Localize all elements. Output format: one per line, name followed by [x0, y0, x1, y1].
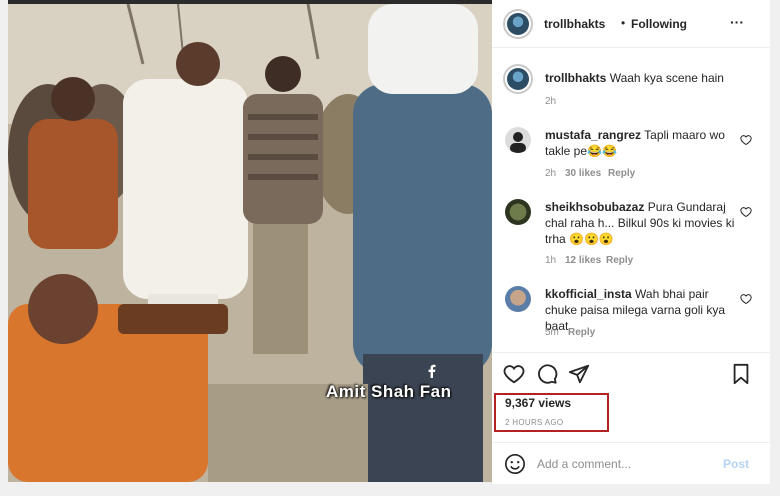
comment-username[interactable]: mustafa_rangrez: [545, 128, 641, 142]
add-comment-input[interactable]: Add a comment...: [537, 457, 631, 471]
following-button[interactable]: Following: [631, 17, 687, 31]
views-highlight-box: [494, 393, 609, 432]
caption-text-block: trollbhakts Waah kya scene hain: [545, 70, 745, 86]
reply-button[interactable]: Reply: [608, 168, 635, 179]
save-bookmark-icon[interactable]: [730, 363, 752, 385]
header-separator: •: [621, 16, 626, 30]
comment-text-block: mustafa_rangrez Tapli maaro wo takle pe😂…: [545, 127, 735, 159]
reply-button[interactable]: Reply: [568, 327, 595, 338]
comment-likes[interactable]: 12 likes: [565, 255, 601, 266]
emoji-icon[interactable]: [504, 453, 526, 475]
comment-time: 2h: [545, 168, 557, 179]
comment-composer: Add a comment... Post: [492, 442, 770, 484]
heart-icon[interactable]: [740, 206, 752, 218]
comment-username[interactable]: sheikhsobubazaz: [545, 200, 644, 214]
comment-likes-count[interactable]: 12 likes: [565, 255, 601, 266]
reply-button[interactable]: Reply: [606, 255, 633, 266]
video-frame: [8, 4, 492, 482]
reply-label[interactable]: Reply: [568, 327, 595, 338]
facebook-icon: [428, 364, 436, 378]
author-avatar[interactable]: [503, 9, 533, 39]
post-header: trollbhakts • Following ···: [492, 0, 770, 48]
like-heart-icon[interactable]: [503, 363, 525, 385]
caption-avatar[interactable]: [503, 64, 533, 94]
comment-likes-count[interactable]: 30 likes: [565, 168, 601, 179]
caption-text: Waah kya scene hain: [609, 71, 724, 85]
video-watermark: Amit Shah Fan: [326, 382, 452, 401]
instagram-post-window: Amit Shah Fan trollbhakts • Following ··…: [0, 0, 780, 496]
author-username[interactable]: trollbhakts: [544, 17, 605, 31]
share-paper-plane-icon[interactable]: [568, 363, 590, 385]
more-options-icon[interactable]: ···: [730, 14, 744, 30]
heart-icon[interactable]: [740, 134, 752, 146]
commenter-avatar[interactable]: [505, 199, 531, 225]
reply-label[interactable]: Reply: [608, 168, 635, 179]
comment-time: 1h: [545, 255, 557, 266]
commenter-avatar[interactable]: [505, 286, 531, 312]
post-video[interactable]: Amit Shah Fan: [8, 4, 492, 482]
comment-username[interactable]: kkofficial_insta: [545, 287, 632, 301]
post-actions: [492, 352, 770, 392]
caption-username[interactable]: trollbhakts: [545, 71, 606, 85]
comment-text-block: sheikhsobubazaz Pura Gundaraj chal raha …: [545, 199, 737, 247]
comment-bubble-icon[interactable]: [536, 363, 558, 385]
comment-likes[interactable]: 30 likes: [565, 168, 601, 179]
post-comment-button[interactable]: Post: [723, 457, 749, 471]
caption-time: 2h: [545, 96, 557, 107]
comment-time: 5m: [545, 327, 559, 338]
heart-icon[interactable]: [740, 293, 752, 305]
commenter-avatar[interactable]: [505, 127, 531, 153]
reply-label[interactable]: Reply: [606, 255, 633, 266]
